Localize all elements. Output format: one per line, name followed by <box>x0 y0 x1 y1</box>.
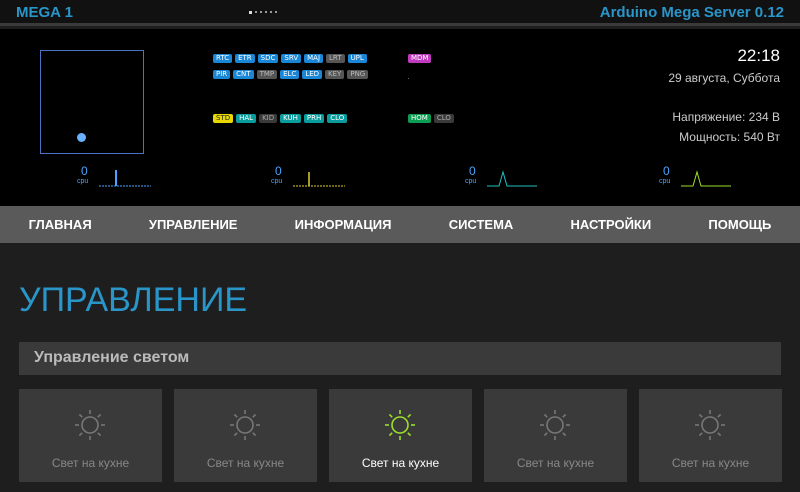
date: 29 августа, Суббота <box>668 71 780 85</box>
nav-home[interactable]: ГЛАВНАЯ <box>15 217 106 232</box>
badge-hom: HOM <box>408 114 431 123</box>
light-tile-1[interactable]: Свет на кухне <box>19 389 162 482</box>
section-title: Управление светом <box>34 349 190 366</box>
badge-row-1: RTC ETR SDC SRV MAJ LRT UPL <box>213 54 367 63</box>
cpu-graph-3: 0 cpu <box>465 164 565 189</box>
lightbulb-icon <box>385 410 415 440</box>
light-tiles: Свет на кухне Свет на кухне Свет на кухн… <box>19 389 783 482</box>
top-bar: MEGA 1 Arduino Mega Server 0.12 <box>0 0 800 26</box>
light-tile-label: Свет на кухне <box>206 456 285 470</box>
brand-title[interactable]: MEGA 1 <box>16 4 73 21</box>
cpu-graph-4: 0 cpu <box>659 164 759 189</box>
cpu-value: 0 <box>275 164 282 178</box>
clock: 22:18 <box>737 46 780 65</box>
page-title: УПРАВЛЕНИЕ <box>19 281 248 319</box>
badge-elc: ELC <box>280 70 300 79</box>
badge-cnt: CNT <box>233 70 254 79</box>
section-header: Управление светом <box>19 342 781 375</box>
badge-upl: UPL <box>347 54 367 63</box>
cpu-graph-1: 0 cpu <box>77 164 177 189</box>
lightbulb-icon <box>540 410 570 440</box>
badge-row-4: HOM CLO <box>408 114 454 123</box>
cpu-value: 0 <box>663 164 670 178</box>
dashboard-panel: RTC ETR SDC SRV MAJ LRT UPL PIR CNT TMP … <box>0 29 800 206</box>
badge-mdm-row: MDM <box>408 54 432 63</box>
badge-clo: CLO <box>327 114 348 123</box>
cpu-label: cpu <box>77 178 89 185</box>
cpu-sparkline <box>487 170 537 187</box>
nav-help[interactable]: ПОМОЩЬ <box>694 217 785 232</box>
light-tile-5[interactable]: Свет на кухне <box>639 389 782 482</box>
badge-hal: HAL <box>236 114 257 123</box>
server-title[interactable]: Arduino Mega Server 0.12 <box>600 4 784 21</box>
badge-kuh: KUH <box>280 114 301 123</box>
voltage-readout: Напряжение: 234 В <box>672 110 780 124</box>
nav-info[interactable]: ИНФОРМАЦИЯ <box>281 217 406 232</box>
badge-key: KEY <box>325 70 345 79</box>
badge-maj: MAJ <box>304 54 324 63</box>
badge-row-3: STD HAL KID KUH PRH CLO <box>213 114 348 123</box>
cpu-value: 0 <box>469 164 476 178</box>
badge-mdm: MDM <box>408 54 432 63</box>
light-tile-label: Свет на кухне <box>671 456 750 470</box>
cpu-label: cpu <box>465 178 477 185</box>
lightbulb-icon <box>75 410 105 440</box>
main-nav: ГЛАВНАЯ УПРАВЛЕНИЕ ИНФОРМАЦИЯ СИСТЕМА НА… <box>0 206 800 243</box>
lightbulb-icon <box>230 410 260 440</box>
badge-prh: PRH <box>303 114 325 123</box>
badge-clo-2: CLO <box>433 114 454 123</box>
badge-lrt: LRT <box>326 54 345 63</box>
badge-row-2: PIR CNT TMP ELC LED KEY PNG <box>213 70 369 79</box>
cpu-value: 0 <box>81 164 88 178</box>
badge-sdc: SDC <box>257 54 279 63</box>
badge-etr: ETR <box>235 54 255 63</box>
light-tile-label: Свет на кухне <box>361 456 440 470</box>
badge-rtc: RTC <box>213 54 233 63</box>
nav-system[interactable]: СИСТЕМА <box>435 217 528 232</box>
cpu-sparkline <box>99 170 151 187</box>
power-readout: Мощность: 540 Вт <box>679 130 780 144</box>
cpu-label: cpu <box>659 178 671 185</box>
light-tile-2[interactable]: Свет на кухне <box>174 389 317 482</box>
cpu-sparkline <box>681 170 731 187</box>
badge-tmp: TMP <box>256 70 278 79</box>
cpu-label: cpu <box>271 178 283 185</box>
lightbulb-icon <box>695 410 725 440</box>
badge-png: PNG <box>347 70 369 79</box>
light-tile-label: Свет на кухне <box>516 456 595 470</box>
badge-srv: SRV <box>281 54 302 63</box>
page-dots[interactable] <box>249 10 277 14</box>
nav-control[interactable]: УПРАВЛЕНИЕ <box>135 217 252 232</box>
status-dot <box>408 78 409 79</box>
badge-kid: KID <box>259 114 278 123</box>
motion-scope <box>40 50 144 154</box>
light-tile-3[interactable]: Свет на кухне <box>329 389 472 482</box>
light-tile-4[interactable]: Свет на кухне <box>484 389 627 482</box>
light-tile-label: Свет на кухне <box>51 456 130 470</box>
badge-pir: PIR <box>213 70 231 79</box>
badge-led: LED <box>302 70 323 79</box>
cpu-graph-2: 0 cpu <box>271 164 371 189</box>
scope-dot <box>77 133 86 142</box>
cpu-sparkline <box>293 172 345 187</box>
nav-settings[interactable]: НАСТРОЙКИ <box>557 217 666 232</box>
badge-std: STD <box>213 114 234 123</box>
